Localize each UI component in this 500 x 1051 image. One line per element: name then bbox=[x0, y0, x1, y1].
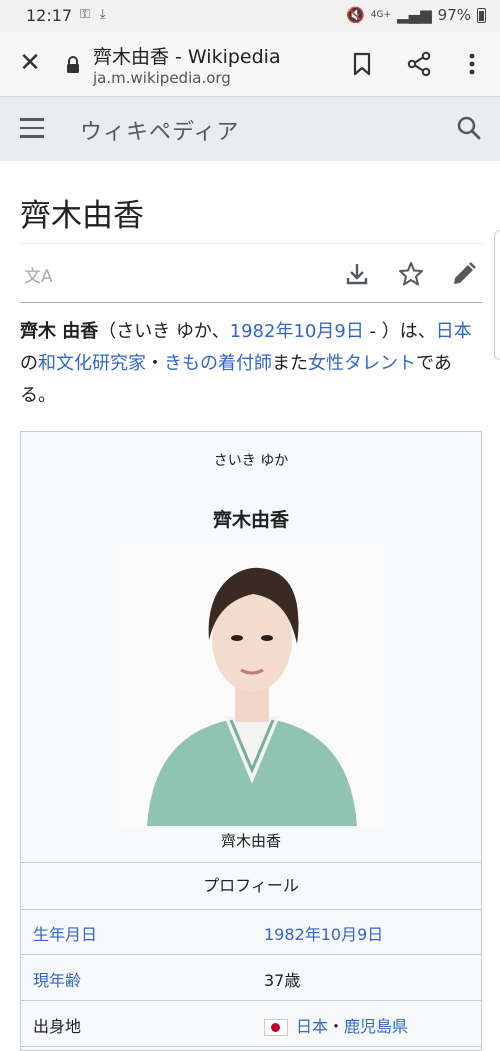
language-icon[interactable]: 文A bbox=[24, 262, 53, 287]
wiki-header: ウィキペディア bbox=[0, 97, 500, 161]
status-time: 12:17 bbox=[26, 6, 73, 25]
row-value[interactable]: 1982年10月9日 bbox=[264, 921, 383, 945]
bookmark-icon[interactable] bbox=[348, 50, 376, 78]
star-icon[interactable] bbox=[397, 260, 425, 288]
wiki-brand[interactable]: ウィキペディア bbox=[80, 114, 239, 146]
edit-pencil-icon[interactable] bbox=[450, 260, 478, 288]
search-icon[interactable] bbox=[455, 114, 483, 142]
menu-icon[interactable] bbox=[20, 118, 44, 138]
page-actions: 文A bbox=[20, 254, 482, 294]
close-icon[interactable]: ✕ bbox=[16, 49, 44, 77]
photo-caption: 齊木由香 bbox=[220, 832, 281, 850]
scrollbar-handle[interactable] bbox=[494, 230, 500, 360]
battery-icon bbox=[477, 7, 486, 23]
key-icon: ⚿ bbox=[80, 7, 90, 22]
mute-icon: 🔇 bbox=[346, 6, 365, 24]
browser-toolbar: ✕ 齊木由香 - Wikipedia ja.m.wikipedia.org bbox=[0, 32, 500, 97]
occupation-link-2[interactable]: きもの着付師 bbox=[164, 353, 272, 374]
infobox: さいき ゆか 齊木由香 齊木由香 プロフィール 生年月日 1982年10月9日 … bbox=[20, 431, 482, 1051]
status-bar: 12:17 ⚿ ⤓ 🔇 4G+ ▂▄▆ 97% bbox=[0, 0, 500, 32]
infobox-row: 出身地 日本・鹿児島県 bbox=[21, 1000, 481, 1047]
divider bbox=[20, 302, 482, 303]
occupation-link-3[interactable]: 女性タレント bbox=[308, 353, 416, 374]
lead-paragraph: 齊木 由香（さいき ゆか、1982年10月9日 - ）は、日本の和文化研究家・き… bbox=[20, 321, 472, 406]
infobox-name: 齊木由香 bbox=[212, 509, 289, 531]
infobox-row: 生年月日 1982年10月9日 bbox=[21, 908, 481, 955]
row-value: 日本・鹿児島県 bbox=[264, 1013, 408, 1037]
occupation-link-1[interactable]: 和文化研究家 bbox=[38, 353, 146, 374]
row-key[interactable]: 生年月日 bbox=[33, 921, 97, 945]
url-text[interactable]: ja.m.wikipedia.org bbox=[93, 69, 231, 87]
portrait-photo[interactable] bbox=[119, 544, 385, 826]
tab-title[interactable]: 齊木由香 - Wikipedia bbox=[93, 42, 281, 69]
battery-percent: 97% bbox=[437, 6, 471, 24]
download-status-icon: ⤓ bbox=[99, 7, 106, 22]
country-link[interactable]: 日本 bbox=[436, 321, 472, 342]
signal-icon: ▂▄▆ bbox=[397, 6, 432, 24]
infobox-row: 現年齢 37歳 bbox=[21, 954, 481, 1001]
more-options-icon[interactable] bbox=[458, 50, 486, 78]
share-icon[interactable] bbox=[405, 50, 433, 78]
birth-date-link[interactable]: 1982年10月9日 bbox=[230, 321, 364, 342]
subject-name: 齊木 由香 bbox=[20, 321, 99, 342]
infobox-kana: さいき ゆか bbox=[213, 453, 289, 469]
divider bbox=[20, 243, 482, 244]
row-key: 出身地 bbox=[33, 1017, 82, 1036]
row-key[interactable]: 現年齢 bbox=[33, 967, 81, 991]
row-value: 37歳 bbox=[264, 971, 301, 990]
lock-icon bbox=[67, 56, 79, 73]
download-icon[interactable] bbox=[343, 260, 371, 288]
page-title: 齊木由香 bbox=[20, 198, 144, 234]
network-label: 4G+ bbox=[370, 10, 392, 20]
infobox-section-header: プロフィール bbox=[21, 862, 481, 910]
